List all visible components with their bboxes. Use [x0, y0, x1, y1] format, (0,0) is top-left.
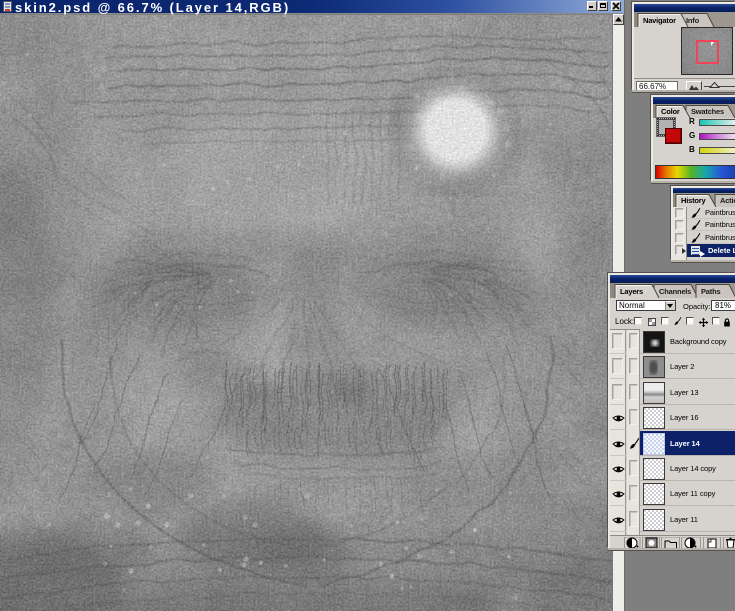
svg-text:Color: Color: [661, 107, 680, 116]
svg-text:Info: Info: [686, 16, 700, 25]
svg-text:History: History: [681, 196, 706, 205]
svg-text:Channels: Channels: [659, 287, 691, 296]
svg-text:Swatches: Swatches: [691, 107, 724, 116]
svg-text:Navigator: Navigator: [643, 16, 676, 25]
svg-text:Layers: Layers: [620, 287, 643, 296]
svg-text:Actions: Actions: [720, 196, 735, 205]
svg-text:Paths: Paths: [701, 287, 720, 296]
